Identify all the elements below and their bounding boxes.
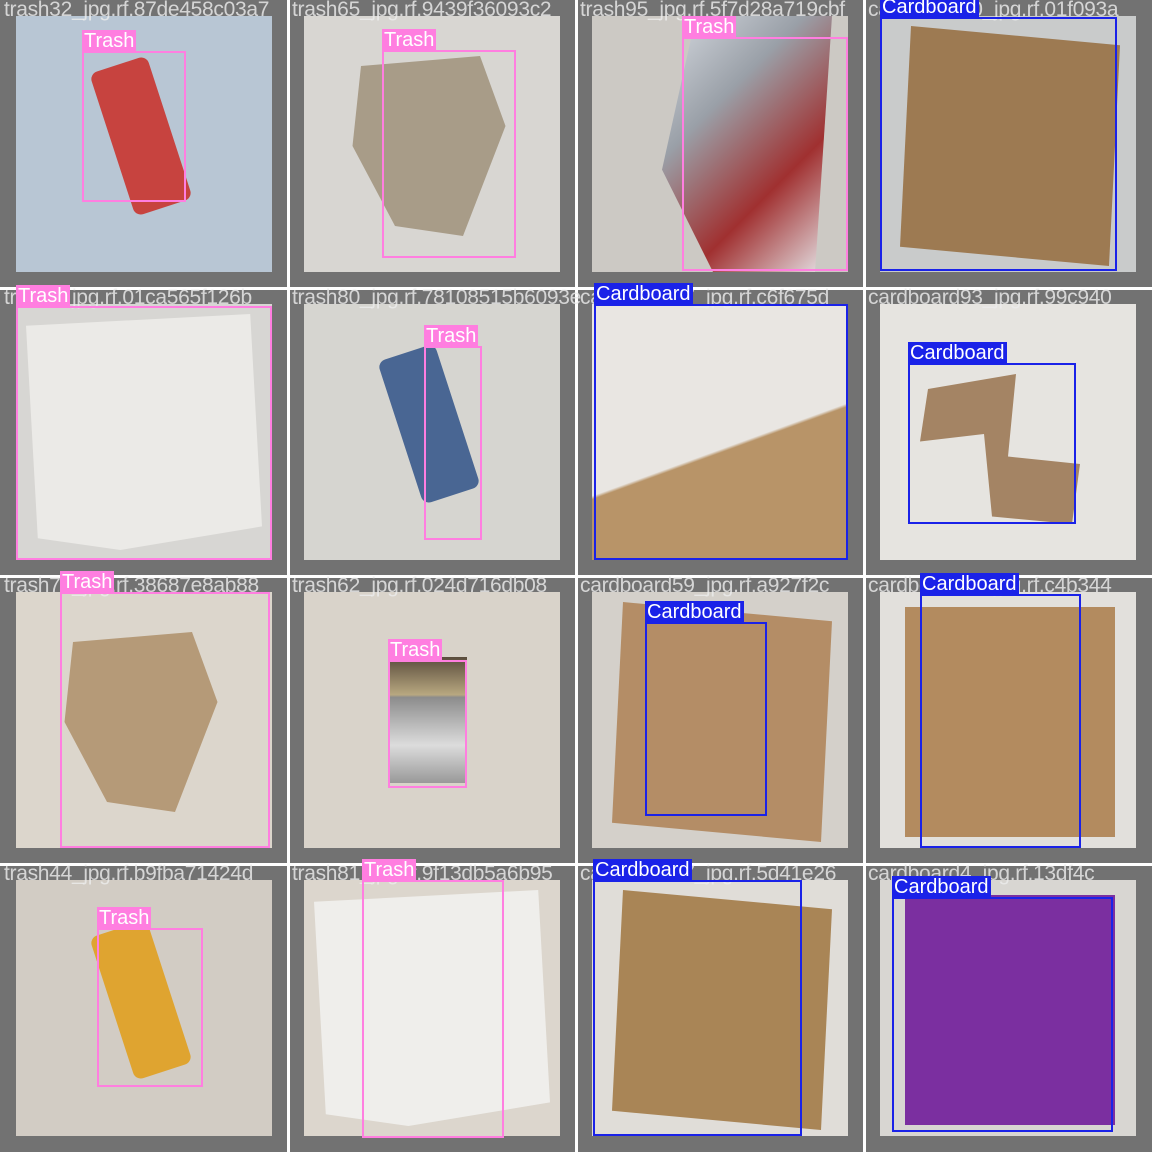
class-label: Trash <box>16 285 71 307</box>
bounding-box: Cardboard <box>594 283 848 560</box>
bounding-box: Trash <box>97 907 203 1087</box>
class-label: Cardboard <box>892 876 991 898</box>
bounding-box: Trash <box>16 285 272 560</box>
bounding-box: Trash <box>682 16 848 271</box>
grid-separator <box>0 863 1152 866</box>
class-label: Cardboard <box>593 859 692 881</box>
bounding-box: Cardboard <box>920 573 1081 848</box>
class-label: Cardboard <box>908 342 1007 364</box>
bounding-box: Trash <box>382 29 516 258</box>
class-label: Cardboard <box>880 0 979 18</box>
class-label: Trash <box>362 859 417 881</box>
class-label: Cardboard <box>920 573 1019 595</box>
class-label: Trash <box>682 16 737 38</box>
grid-separator <box>863 0 866 1152</box>
class-label: Cardboard <box>645 601 744 623</box>
class-label: Trash <box>60 571 115 593</box>
bounding-box: Trash <box>82 30 186 202</box>
bounding-box: Cardboard <box>892 876 1113 1132</box>
class-label: Trash <box>388 639 443 661</box>
bounding-box: Cardboard <box>593 859 802 1136</box>
bounding-box: Cardboard <box>908 342 1076 524</box>
class-label: Trash <box>424 325 479 347</box>
bounding-box: Trash <box>424 325 482 540</box>
bounding-box: Trash <box>388 639 467 788</box>
bounding-box: Trash <box>60 571 270 848</box>
bounding-box: Cardboard <box>880 0 1117 271</box>
class-label: Trash <box>382 29 437 51</box>
class-label: Cardboard <box>594 283 693 305</box>
bounding-box: Trash <box>362 859 504 1138</box>
class-label: Trash <box>97 907 152 929</box>
bounding-box: Cardboard <box>645 601 767 816</box>
class-label: Trash <box>82 30 137 52</box>
